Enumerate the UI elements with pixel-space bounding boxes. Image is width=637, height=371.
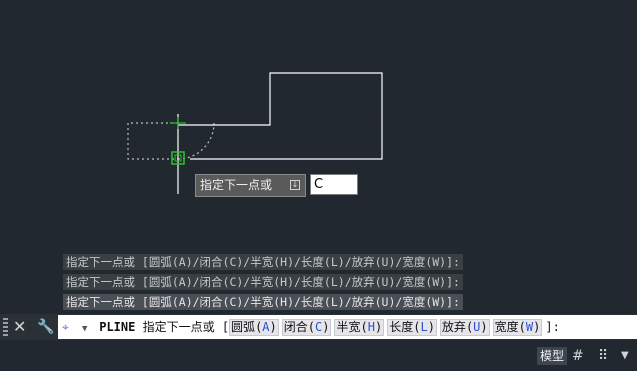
history-line: 指定下一点或 [圆弧(A)/闭合(C)/半宽(H)/长度(L)/放弃(U)/宽度… [63,254,463,270]
polyline-segments [178,72,383,160]
chevron-down-icon[interactable]: ▼ [621,347,629,365]
command-line[interactable]: ⌖ ▼ PLINE 指定下一点或 [圆弧(A) 闭合(C) 半宽(H) 长度(L) 放弃(… [58,315,637,339]
command-bar: ✕ 🔧 ⌖ ▼ PLINE 指定下一点或 [圆弧(A) 闭合(C) 半宽(H) 长度(L… [0,314,637,340]
history-line: 指定下一点或 [圆弧(A)/闭合(C)/半宽(H)/长度(L)/放弃(U)/宽度… [63,274,463,290]
option-arc[interactable]: 圆弧(A) [229,319,279,336]
chevron-down-icon[interactable]: ▼ [82,317,92,339]
down-arrow-options-icon[interactable]: ↓ [290,180,300,190]
tracking-preview [127,122,178,160]
model-tab[interactable]: 模型 [537,347,567,365]
grip-icon[interactable] [3,318,8,336]
command-name: PLINE [99,320,136,334]
option-width[interactable]: 宽度(W) [492,319,543,336]
snap-mode-icon[interactable]: ⠿ [598,347,608,365]
option-undo[interactable]: 放弃(U) [439,319,490,336]
option-length[interactable]: 长度(L) [387,319,437,336]
command-prompt: 指定下一点或 [ [142,320,230,334]
dynamic-input-field[interactable]: C [310,174,358,195]
wrench-icon[interactable]: 🔧 [37,318,54,336]
history-line: 指定下一点或 [圆弧(A)/闭合(C)/半宽(H)/长度(L)/放弃(U)/宽度… [63,294,463,310]
dynamic-input-prompt: 指定下一点或 ↓ [195,174,306,197]
dynamic-input-label: 指定下一点或 [200,178,273,192]
grid-icon[interactable]: # [572,347,584,365]
option-close[interactable]: 闭合(C) [281,319,332,336]
close-icon[interactable]: ✕ [13,317,26,337]
option-halfwidth[interactable]: 半宽(H) [334,319,385,336]
command-suffix: ]: [545,320,560,334]
pick-cursor-icon[interactable]: ⌖ [58,315,82,339]
